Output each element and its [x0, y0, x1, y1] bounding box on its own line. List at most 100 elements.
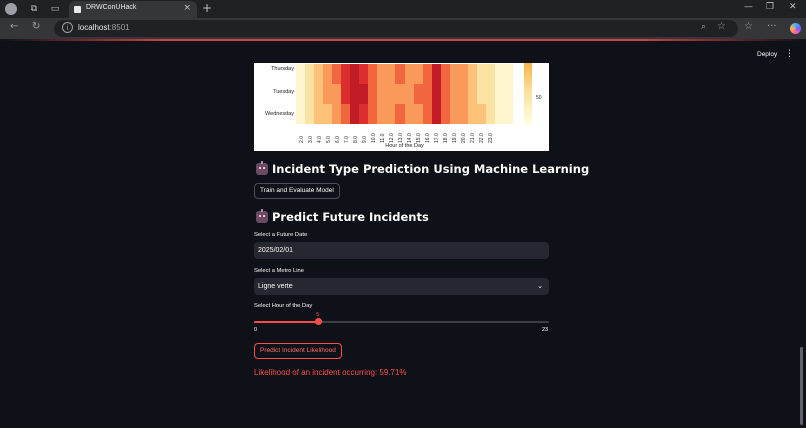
heatmap-row-label: Thursday — [271, 66, 294, 72]
heatmap-x-tick: 9.0 — [361, 136, 368, 143]
heatmap-cell — [395, 84, 405, 104]
heatmap-cell — [449, 104, 459, 124]
heatmap-x-tick: 4.0 — [316, 136, 323, 143]
train-evaluate-button[interactable]: Train and Evaluate Model — [254, 183, 340, 199]
heatmap-cell — [503, 84, 513, 104]
main-menu-icon[interactable]: ⋮ — [785, 49, 794, 59]
heatmap-cell — [350, 104, 360, 124]
heatmap-cell — [359, 64, 369, 84]
heatmap-x-tick: 16.0 — [425, 133, 432, 143]
heatmap-cell — [431, 84, 441, 104]
robot-icon — [256, 209, 268, 223]
heatmap-cell — [323, 104, 333, 124]
heatmap-cell — [323, 64, 333, 84]
deploy-button[interactable]: Deploy — [757, 51, 777, 58]
heatmap-chart: Thursday Tuesday Wednesday 2.0 3.0 4.0 5.0 6… — [254, 63, 549, 151]
heatmap-cell — [440, 84, 450, 104]
back-icon[interactable]: ← — [10, 21, 18, 32]
heatmap-cell — [413, 84, 423, 104]
heatmap-cell — [449, 84, 459, 104]
metro-line-select[interactable]: Ligne verte ⌄ — [254, 278, 549, 295]
profile-avatar[interactable] — [5, 3, 17, 15]
zoom-icon[interactable]: ⌕ — [701, 22, 706, 32]
minimize-icon[interactable]: — — [744, 2, 753, 12]
restore-icon[interactable]: ❐ — [766, 2, 774, 12]
heatmap-cell — [485, 84, 495, 104]
heatmap-x-tick: 2.0 — [298, 136, 305, 143]
heatmap-cell — [431, 104, 441, 124]
heatmap-cell — [377, 104, 387, 124]
heatmap-cell — [323, 84, 333, 104]
heatmap-x-tick: 6.0 — [334, 136, 341, 143]
heatmap-colorbar — [524, 63, 532, 125]
heatmap-x-tick: 13.0 — [397, 133, 404, 143]
hour-slider-min: 0 — [254, 327, 258, 333]
heatmap-cell — [458, 84, 468, 104]
heatmap-cell — [350, 84, 360, 104]
hour-slider-thumb[interactable] — [314, 318, 322, 325]
heatmap-x-tick: 3.0 — [307, 136, 314, 143]
close-tab-icon[interactable]: × — [183, 3, 191, 13]
predict-likelihood-button[interactable]: Predict Incident Likelihood — [254, 343, 342, 359]
heatmap-cell — [305, 64, 315, 84]
heatmap-cell — [413, 64, 423, 84]
heatmap-cell — [503, 104, 513, 124]
heatmap-cell — [458, 64, 468, 84]
heatmap-x-tick: 15.0 — [416, 133, 423, 143]
copilot-icon[interactable] — [790, 23, 801, 34]
favorite-star-icon[interactable]: ☆ — [717, 21, 726, 32]
browser-tab[interactable]: DRWConUHack × — [69, 1, 197, 18]
heatmap-cell — [476, 104, 486, 124]
heatmap-cell — [494, 84, 504, 104]
hour-label: Select Hour of the Day — [254, 303, 313, 309]
close-window-icon[interactable]: ✕ — [789, 2, 797, 12]
heatmap-x-tick: 23.0 — [488, 133, 495, 143]
heatmap-cell — [386, 84, 396, 104]
metro-line-value: Ligne verte — [258, 283, 293, 290]
heatmap-cell — [341, 64, 351, 84]
heatmap-cell — [296, 64, 306, 84]
workspaces-icon[interactable]: ⧉ — [28, 3, 40, 15]
heatmap-x-tick: 22.0 — [479, 133, 486, 143]
heatmap-cell — [503, 64, 513, 84]
heatmap-x-label: Hour of the Day — [385, 143, 424, 149]
hour-slider-fill — [254, 321, 319, 323]
streamlit-header-decoration — [0, 39, 806, 41]
heatmap-cell — [476, 84, 486, 104]
navigation-bar: ← ↻ i localhost:8501 ⌕ ☆ ☆ ··· — [0, 18, 806, 39]
heatmap-cell — [296, 84, 306, 104]
heatmap-cell — [341, 84, 351, 104]
site-info-icon[interactable]: i — [62, 22, 73, 33]
heatmap-cell — [422, 84, 432, 104]
heatmap-cell — [296, 104, 306, 124]
heatmap-cell — [368, 84, 378, 104]
heatmap-x-tick: 10.0 — [370, 133, 377, 143]
heatmap-cell — [314, 64, 324, 84]
hour-slider[interactable] — [254, 318, 549, 325]
new-tab-icon[interactable]: + — [202, 1, 212, 15]
heatmap-cell — [395, 64, 405, 84]
heatmap-cell — [485, 104, 495, 124]
heatmap-cell — [395, 104, 405, 124]
url-text: localhost:8501 — [78, 23, 130, 32]
heatmap-cell — [368, 104, 378, 124]
date-label: Select a Future Date — [254, 232, 308, 238]
refresh-icon[interactable]: ↻ — [32, 21, 40, 32]
heatmap-cell — [458, 104, 468, 124]
favorites-icon[interactable]: ☆ — [744, 21, 753, 32]
hour-slider-max: 23 — [542, 327, 549, 333]
page-scrollbar[interactable] — [800, 347, 803, 425]
date-input[interactable]: 2025/02/01 — [254, 242, 549, 259]
heatmap-cell — [476, 64, 486, 84]
tab-title: DRWConUHack — [86, 4, 137, 11]
tab-actions-icon[interactable]: ▭ — [49, 3, 61, 15]
heatmap-x-tick: 11.0 — [379, 133, 386, 143]
heatmap-cells — [296, 64, 513, 124]
heatmap-cell — [305, 104, 315, 124]
address-bar[interactable]: i localhost:8501 ⌕ ☆ — [54, 20, 738, 37]
settings-more-icon[interactable]: ··· — [767, 21, 777, 32]
heatmap-cell — [305, 84, 315, 104]
heatmap-row-label: Tuesday — [273, 89, 294, 95]
heatmap-cell — [359, 84, 369, 104]
heatmap-row-label: Wednesday — [265, 111, 294, 117]
